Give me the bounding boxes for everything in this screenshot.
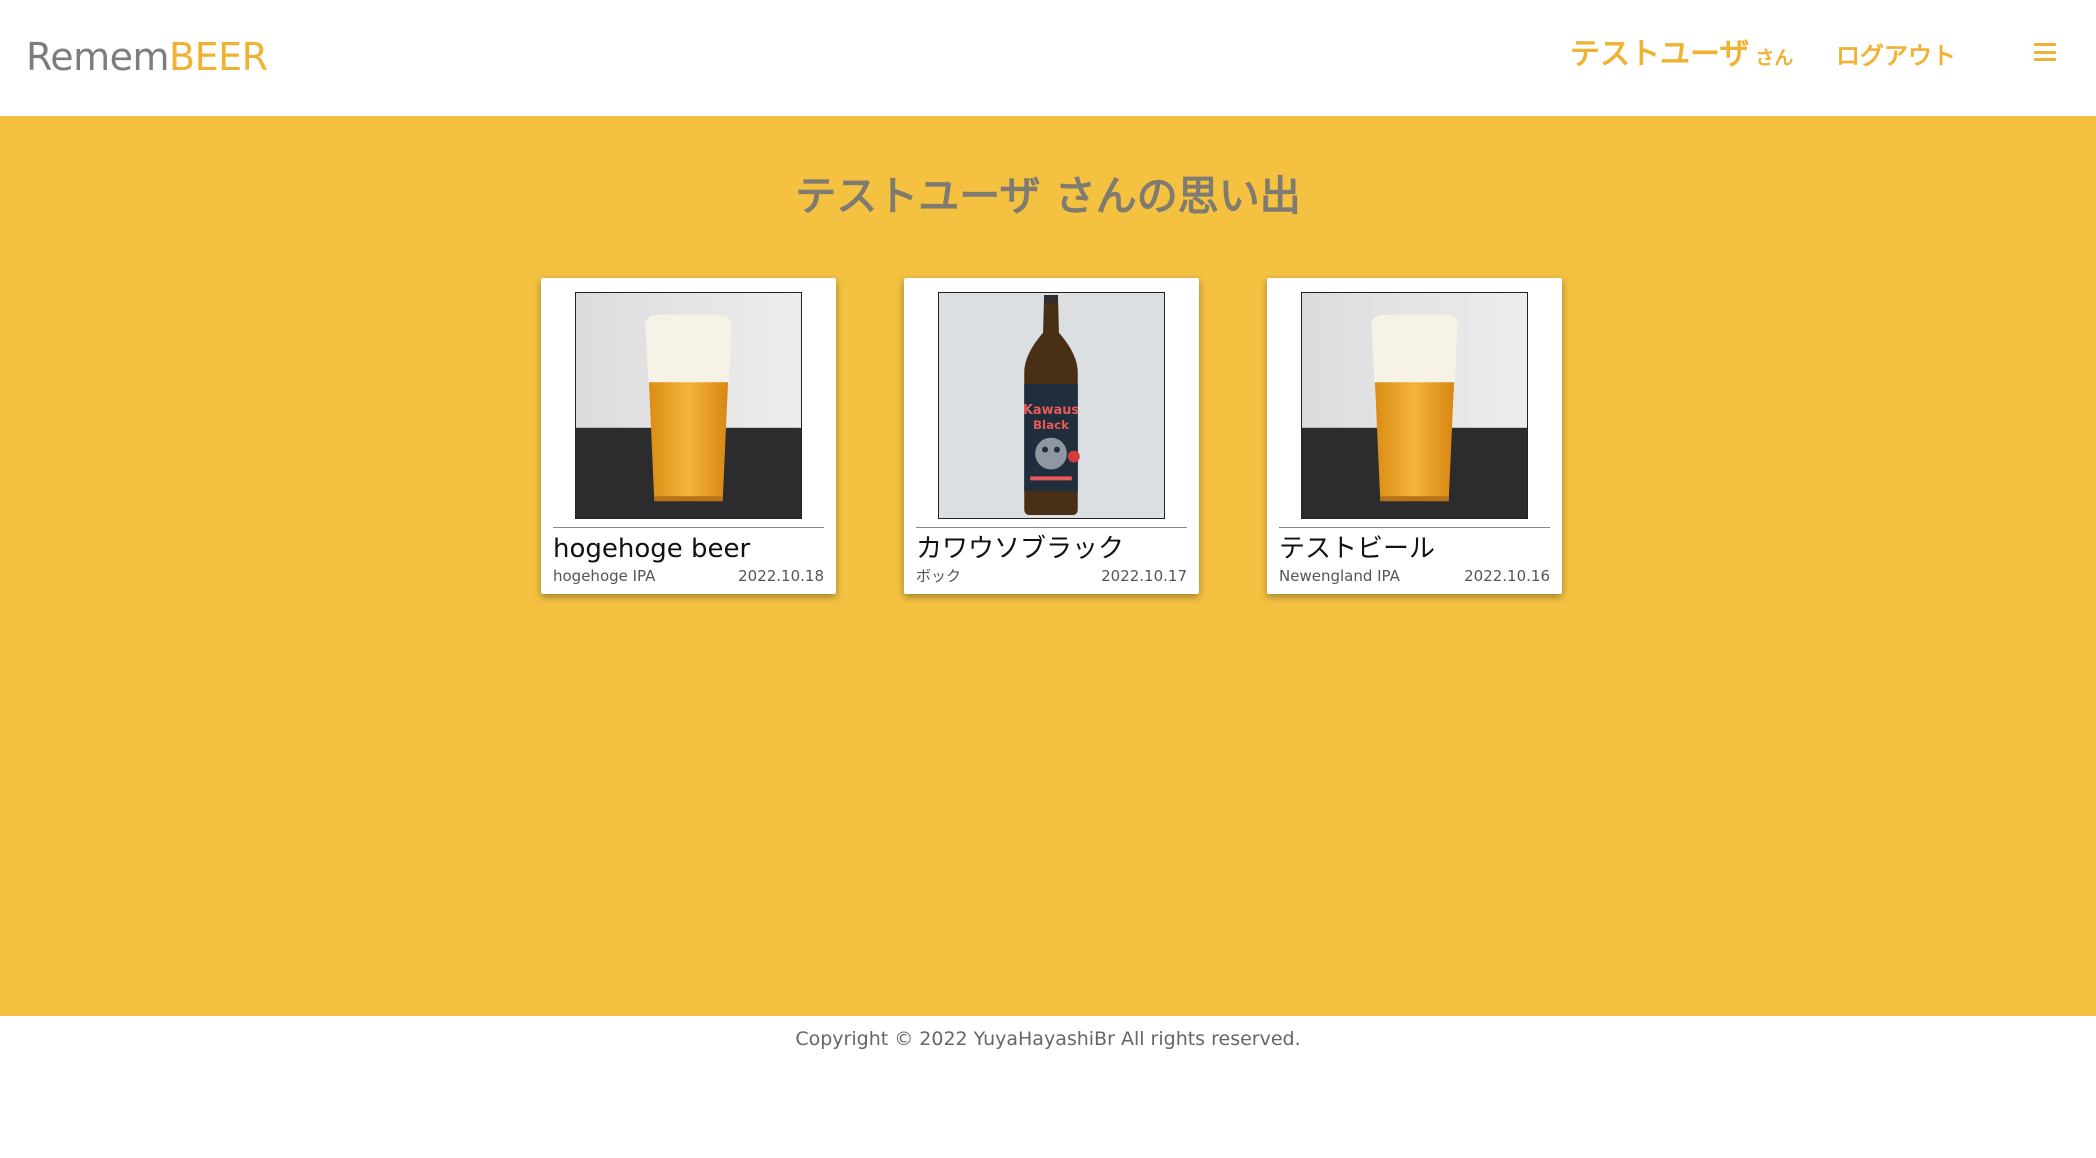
svg-text:Kawaus: Kawaus [1023, 403, 1079, 418]
logo-part-remem: Remem [26, 35, 170, 79]
site-header: RememBEER テストユーザ さん ログアウト [0, 0, 2096, 116]
beer-photo-bottle: Kawaus Black [938, 292, 1165, 519]
main-content: テストユーザ さんの思い出 hogehoge beer hogehoge IPA… [0, 116, 2096, 1016]
beer-date: 2022.10.16 [1464, 567, 1550, 585]
page-title: テストユーザ さんの思い出 [795, 172, 1301, 220]
hamburger-menu-icon[interactable] [2034, 40, 2056, 64]
beer-date: 2022.10.17 [1101, 567, 1187, 585]
beer-name: テストビール [1279, 534, 1436, 564]
beer-card[interactable]: hogehoge beer hogehoge IPA 2022.10.18 [541, 278, 836, 594]
beer-photo-glass [575, 292, 802, 519]
user-suffix: さん [1755, 47, 1794, 69]
card-divider [553, 527, 824, 528]
beer-style: ボック [916, 567, 962, 585]
site-logo[interactable]: RememBEER [26, 32, 268, 82]
card-divider [916, 527, 1187, 528]
beer-card[interactable]: Kawaus Black カワウソブラック ボック 2022.10.17 [904, 278, 1199, 594]
svg-text:Black: Black [1033, 418, 1070, 432]
beer-style: Newengland IPA [1279, 567, 1400, 585]
site-footer: Copyright © 2022 YuyaHayashiBr All right… [0, 1016, 2096, 1158]
beer-date: 2022.10.18 [738, 567, 824, 585]
beer-style: hogehoge IPA [553, 567, 656, 585]
copyright-text: Copyright © 2022 YuyaHayashiBr All right… [795, 1028, 1301, 1050]
beer-photo-glass [1301, 292, 1528, 519]
logo-part-beer: BEER [169, 35, 268, 79]
logout-link[interactable]: ログアウト [1836, 38, 1956, 74]
nav-user-name[interactable]: テストユーザ さん [1570, 34, 1793, 79]
beer-name: hogehoge beer [553, 534, 751, 564]
beer-name: カワウソブラック [916, 534, 1125, 564]
card-divider [1279, 527, 1550, 528]
beer-card[interactable]: テストビール Newengland IPA 2022.10.16 [1267, 278, 1562, 594]
user-name: テストユーザ [1570, 37, 1750, 72]
